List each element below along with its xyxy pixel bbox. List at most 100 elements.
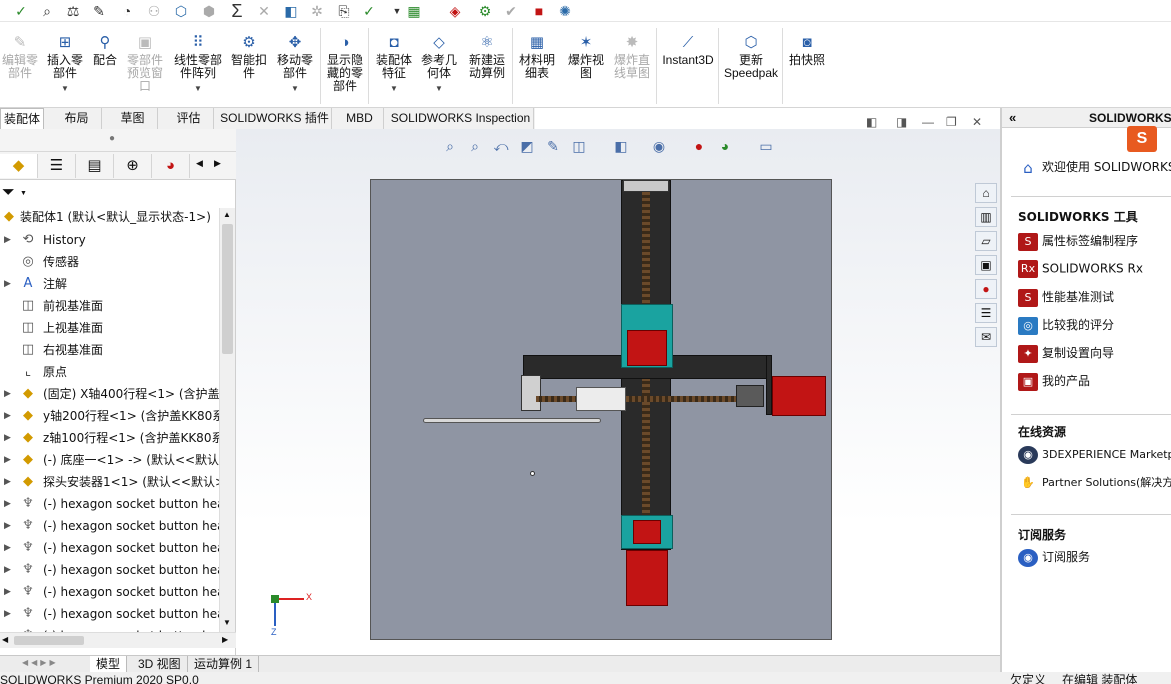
tree-item[interactable]: ▶ ◆ (-) 底座一<1> -> (默认<<默认>	[0, 449, 220, 471]
filter-icon[interactable]: ⏷	[2, 184, 15, 202]
scroll-left-icon[interactable]: ◀	[196, 158, 203, 169]
tab-5[interactable]: MBD	[336, 108, 384, 129]
scroll-down-icon[interactable]: ▼	[223, 618, 231, 627]
display-manager-tab-icon[interactable]: ◕	[152, 154, 190, 178]
interference-icon[interactable]: ⚇	[145, 2, 163, 20]
take-snapshot-button[interactable]: ◙ 拍快照	[784, 34, 830, 67]
scroll-left-icon[interactable]: ◀	[2, 635, 8, 644]
display-style-icon[interactable]: ◧	[612, 138, 630, 154]
pattern-icon[interactable]: ✲	[308, 2, 326, 20]
file-explorer-icon[interactable]: ▱	[975, 231, 997, 251]
linear-pattern-button[interactable]: ⠿ 线性零部 件阵列 ▼	[170, 34, 226, 95]
dimxpert-tab-icon[interactable]: ⊕	[114, 154, 152, 178]
mate-button[interactable]: ⚲ 配合	[88, 34, 122, 67]
tab-4[interactable]: SOLIDWORKS 插件	[218, 108, 332, 129]
forum-icon[interactable]: ✉	[975, 327, 997, 347]
feature-tree-tab-icon[interactable]: ◆	[0, 154, 38, 178]
collapse-icon[interactable]: «	[1009, 110, 1016, 125]
tool-link[interactable]: ▣ 我的产品	[1018, 372, 1090, 391]
tree-item[interactable]: ▶ A 注解	[0, 273, 220, 295]
section-view-icon[interactable]: ◩	[518, 138, 536, 154]
shield-icon[interactable]: ⬢	[200, 2, 218, 20]
expand-arrow-icon[interactable]: ▶	[4, 603, 11, 625]
expand-arrow-icon[interactable]: ▶	[4, 427, 11, 449]
zoom-fit-icon[interactable]: ⌕	[441, 138, 459, 154]
globe-icon[interactable]: ✺	[556, 2, 574, 20]
simulate-icon[interactable]: ⚙	[476, 2, 494, 20]
bill-of-materials-button[interactable]: ▦ 材料明 细表	[514, 34, 560, 80]
sogou-ime-icon[interactable]: S	[1127, 126, 1157, 152]
rebuild-icon[interactable]: ✓	[360, 2, 378, 20]
tab-6[interactable]: SOLIDWORKS Inspection	[388, 108, 534, 129]
measure-icon[interactable]: ⌕	[38, 2, 56, 20]
configuration-tab-icon[interactable]: ▤	[76, 154, 114, 178]
tree-item[interactable]: ▶ ♆ (-) hexagon socket button hea	[0, 493, 220, 515]
expand-arrow-icon[interactable]: ▶	[4, 273, 11, 295]
subscription-link[interactable]: ◉ 订阅服务	[1018, 548, 1090, 567]
expand-arrow-icon[interactable]: ▶	[4, 537, 11, 559]
tree-item[interactable]: ▶ ⟲ History	[0, 229, 220, 251]
new-motion-study-button[interactable]: ⚛ 新建运 动算例	[464, 34, 510, 80]
tree-horizontal-scrollbar[interactable]: ◀ ▶	[0, 632, 236, 648]
spellcheck-icon[interactable]: ✓	[12, 2, 30, 20]
view-orientation-icon[interactable]: ◫	[570, 138, 588, 154]
stop-icon[interactable]: ■	[530, 2, 548, 20]
tab-1[interactable]: 布局	[52, 108, 102, 129]
exploded-view-button[interactable]: ✶ 爆炸视 图	[564, 34, 608, 80]
dropdown-icon[interactable]: ▼	[372, 82, 416, 95]
dropdown-icon[interactable]: ▼	[272, 82, 318, 95]
scene-icon[interactable]: ◕	[716, 138, 734, 154]
expand-arrow-icon[interactable]: ▶	[4, 383, 11, 405]
tree-item[interactable]: ▶ ◆ (固定) X轴400行程<1> (含护盖KK80系	[0, 383, 220, 405]
scroll-right-icon[interactable]: ▶	[214, 158, 221, 169]
tree-item[interactable]: ⌞ 原点	[0, 361, 220, 383]
expand-arrow-icon[interactable]: ▶	[4, 581, 11, 603]
panel-splitter[interactable]: ●	[0, 129, 236, 152]
expand-arrow-icon[interactable]: ▶	[4, 515, 11, 537]
dropdown-icon[interactable]: ▼	[44, 82, 86, 95]
scrollbar-thumb[interactable]	[222, 224, 233, 354]
model-drawing[interactable]	[370, 179, 832, 640]
smart-fasteners-button[interactable]: ⚙ 智能扣 件	[228, 34, 270, 80]
tile-left-icon[interactable]: ◧	[866, 115, 877, 129]
restore-icon[interactable]: ❐	[946, 115, 957, 129]
tree-item[interactable]: ▶ ♆ (-) hexagon socket button hea	[0, 515, 220, 537]
ok-icon[interactable]: ✔	[502, 2, 520, 20]
scroll-up-icon[interactable]: ▲	[223, 210, 231, 219]
tab-3[interactable]: 评估	[164, 108, 214, 129]
tool-link[interactable]: Rx SOLIDWORKS Rx	[1018, 260, 1143, 278]
zoom-area-icon[interactable]: ⌕	[466, 138, 484, 154]
home-icon[interactable]: ⌂	[975, 183, 997, 203]
tool-link[interactable]: ✦ 复制设置向导	[1018, 344, 1114, 363]
dropdown-icon[interactable]: ▼	[388, 2, 406, 20]
bottom-tab-1[interactable]: 3D 视图	[132, 656, 188, 673]
move-component-button[interactable]: ✥ 移动零 部件 ▼	[272, 34, 318, 95]
dynamic-annotation-icon[interactable]: ✎	[544, 138, 562, 154]
property-manager-tab-icon[interactable]: ☰	[38, 154, 76, 178]
custom-properties-icon[interactable]: ☰	[975, 303, 997, 323]
check-icon[interactable]: ⬡	[172, 2, 190, 20]
tool-link[interactable]: ◎ 比较我的评分	[1018, 316, 1114, 335]
tree-vertical-scrollbar[interactable]: ▲ ▼	[219, 208, 235, 632]
bottom-tab-2[interactable]: 运动算例 1	[188, 656, 260, 673]
tree-item[interactable]: ▶ ♆ (-) hexagon socket button hea	[0, 559, 220, 581]
tool-link[interactable]: S 属性标签编制程序	[1018, 232, 1138, 251]
performance-icon[interactable]: ◔	[118, 2, 136, 20]
explode-line-sketch-button[interactable]: ✸ 爆炸直 线草图	[610, 34, 654, 80]
sum-icon[interactable]: Σ	[228, 2, 246, 20]
tab-0[interactable]: 装配体	[0, 108, 44, 129]
tree-item[interactable]: ◫ 上视基准面	[0, 317, 220, 339]
tree-root[interactable]: ◆ 装配体1 (默认<默认_显示状态-1>)	[0, 206, 216, 228]
tree-item[interactable]: ▶ ◆ y轴200行程<1> (含护盖KK80系	[0, 405, 220, 427]
tile-right-icon[interactable]: ◨	[896, 115, 907, 129]
insert-component-button[interactable]: ⊞ 插入零 部件 ▼	[44, 34, 86, 95]
welcome-link[interactable]: ⌂ 欢迎使用 SOLIDWORKS	[1018, 158, 1171, 177]
cube-icon[interactable]: ◈	[446, 2, 464, 20]
expand-arrow-icon[interactable]: ▶	[4, 229, 11, 251]
mass-properties-icon[interactable]: ⚖	[64, 2, 82, 20]
expand-arrow-icon[interactable]: ▶	[4, 449, 11, 471]
minimize-icon[interactable]: —	[922, 115, 934, 129]
sketch-icon[interactable]: ✎	[90, 2, 108, 20]
view-palette-icon[interactable]: ▣	[975, 255, 997, 275]
splitter-handle-icon[interactable]: ●	[109, 133, 115, 144]
